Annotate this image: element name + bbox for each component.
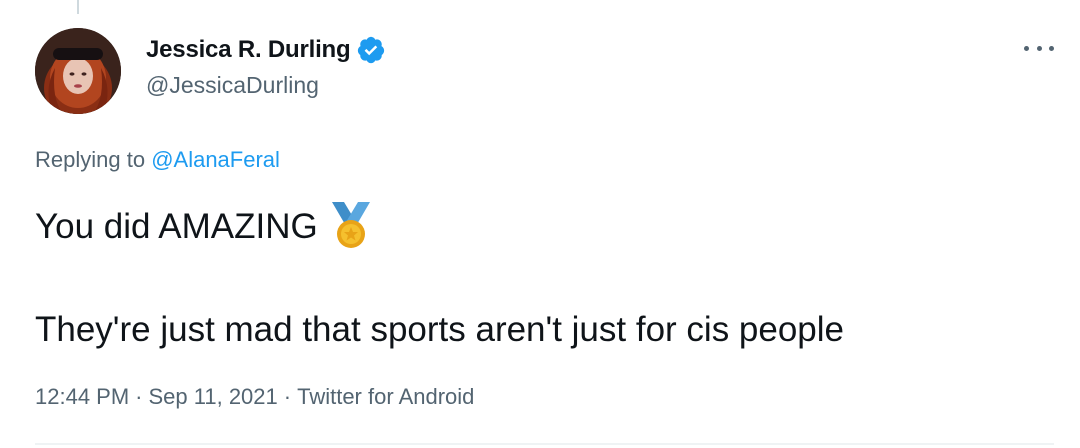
reply-mention-link[interactable]: @AlanaFeral	[151, 147, 280, 172]
tweet: Jessica R. Durling @JessicaDurling Reply…	[0, 0, 1080, 448]
author-display-name[interactable]: Jessica R. Durling	[146, 36, 351, 64]
tweet-time[interactable]: 12:44 PM	[35, 384, 129, 409]
sports-medal-icon	[328, 200, 374, 250]
replying-to-prefix: Replying to	[35, 147, 152, 172]
replying-to: Replying to @AlanaFeral	[35, 147, 280, 173]
tweet-date[interactable]: Sep 11, 2021	[149, 384, 278, 409]
dot	[1049, 45, 1054, 51]
tweet-line-1-text: You did AMAZING	[35, 207, 318, 246]
tweet-line-1: You did AMAZING	[35, 202, 844, 252]
verified-badge-icon	[356, 35, 386, 65]
author-name-row: Jessica R. Durling	[146, 34, 386, 66]
author-info: Jessica R. Durling @JessicaDurling	[146, 34, 386, 99]
tweet-metadata: 12:44 PM · Sep 11, 2021 · Twitter for Androi…	[35, 384, 474, 410]
tweet-line-2: They're just mad that sports aren't just…	[35, 310, 845, 349]
more-options-icon[interactable]	[1024, 36, 1054, 60]
avatar-image	[35, 28, 121, 114]
dot	[1024, 45, 1029, 51]
tweet-text: You did AMAZING They're just mad that sp…	[35, 202, 844, 354]
author-handle[interactable]: @JessicaDurling	[146, 72, 386, 99]
tweet-source[interactable]: Twitter for Android	[297, 384, 474, 409]
divider	[35, 443, 1054, 445]
dot	[1036, 45, 1042, 51]
thread-connector-line	[77, 0, 79, 14]
avatar[interactable]	[35, 28, 121, 114]
meta-separator: ·	[283, 384, 292, 409]
meta-separator: ·	[135, 384, 143, 409]
